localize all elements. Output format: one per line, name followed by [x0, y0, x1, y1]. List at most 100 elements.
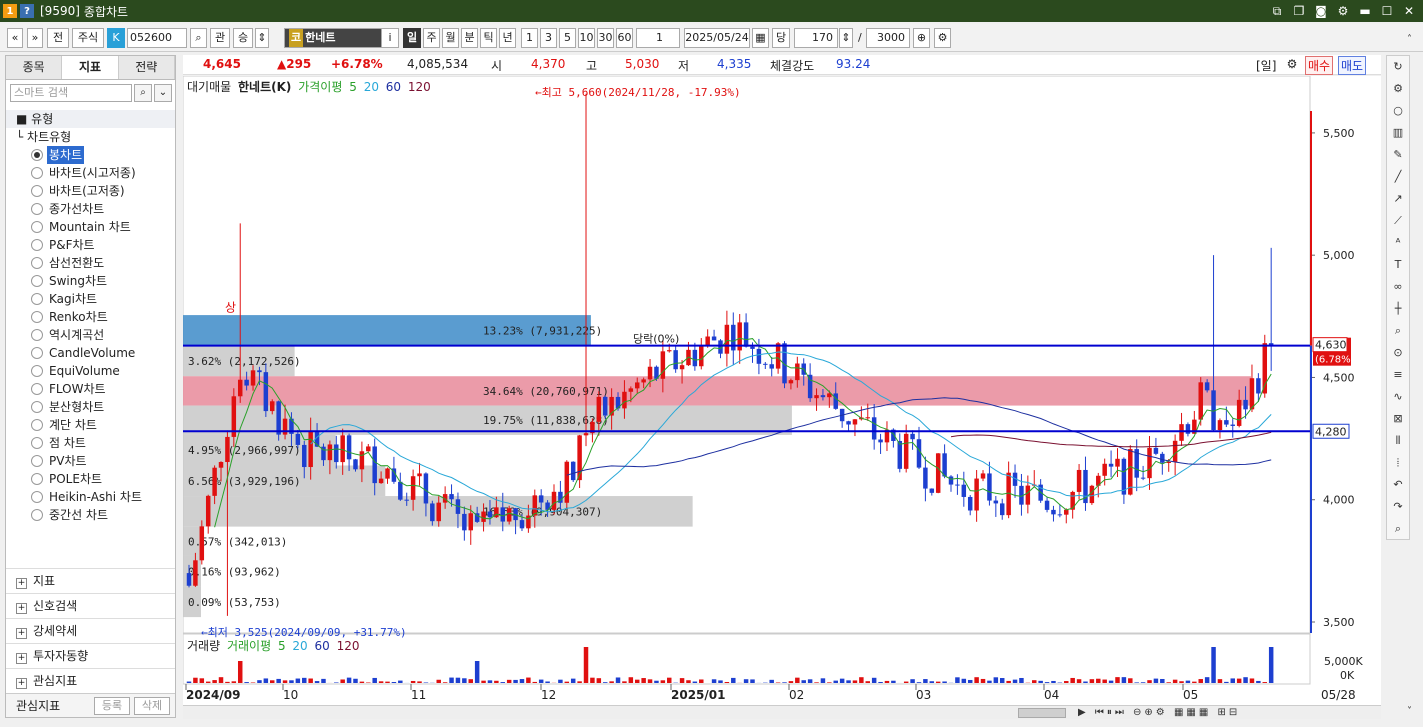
subcategory-chart-type[interactable]: └ 차트유형: [6, 128, 175, 146]
chart-type-item[interactable]: POLE차트: [6, 470, 175, 488]
period-tick[interactable]: 틱: [480, 28, 497, 48]
radio-icon[interactable]: [31, 185, 43, 197]
chart-type-item[interactable]: 중간선 차트: [6, 506, 175, 524]
radio-icon[interactable]: [31, 491, 43, 503]
chart-type-item[interactable]: 분산형차트: [6, 398, 175, 416]
link-icon[interactable]: ⧉: [1269, 3, 1285, 19]
radio-icon[interactable]: [31, 437, 43, 449]
minute-3[interactable]: 3: [540, 28, 557, 48]
period-month[interactable]: 월: [442, 28, 459, 48]
chart-type-item[interactable]: Heikin-Ashi 차트: [6, 488, 175, 506]
radio-icon[interactable]: [31, 329, 43, 341]
minute-5[interactable]: 5: [559, 28, 576, 48]
group-strength[interactable]: + 강세약세: [6, 618, 175, 643]
app-icon[interactable]: 1: [3, 4, 17, 18]
chart-type-item[interactable]: 봉차트: [6, 146, 175, 164]
radio-icon[interactable]: [31, 347, 43, 359]
price-chart[interactable]: 13.23% (7,931,225) 3.62% (2,172,526) 34.64…: [183, 76, 1381, 705]
chart-type-item[interactable]: Mountain 차트: [6, 218, 175, 236]
group-signal[interactable]: + 신호검색: [6, 593, 175, 618]
tab-indicator[interactable]: 지표: [62, 56, 119, 79]
chart-type-item[interactable]: Swing차트: [6, 272, 175, 290]
chart-type-item[interactable]: FLOW차트: [6, 380, 175, 398]
copy-icon[interactable]: ❐: [1291, 3, 1307, 19]
period-minute[interactable]: 분: [461, 28, 478, 48]
radio-icon[interactable]: [31, 221, 43, 233]
group-indicator[interactable]: + 지표: [6, 568, 175, 593]
group-favorite[interactable]: + 관심지표: [6, 668, 175, 693]
chart-type-item[interactable]: 계단 차트: [6, 416, 175, 434]
buy-button[interactable]: 매수: [1305, 56, 1334, 75]
close-icon[interactable]: ✕: [1401, 3, 1417, 19]
chevron-down-icon[interactable]: ⌄: [154, 84, 172, 102]
playback-controls[interactable]: ▶ ⏮⏸⏭ ⊖⊕⚙ ▦▦▦ ⊞⊟: [1078, 706, 1240, 720]
info-button[interactable]: i: [381, 28, 399, 48]
chart-type-item[interactable]: PV차트: [6, 452, 175, 470]
chart-type-item[interactable]: 삼선전환도: [6, 254, 175, 272]
minute-60[interactable]: 60: [616, 28, 633, 48]
camera-icon[interactable]: ◙: [1313, 3, 1329, 19]
chart-type-item[interactable]: Kagi차트: [6, 290, 175, 308]
jeon-button[interactable]: 전: [47, 28, 69, 48]
stepper-icon[interactable]: ⇕: [255, 28, 269, 48]
bars-stepper-icon[interactable]: ⇕: [839, 28, 853, 48]
chart-type-item[interactable]: 바차트(시고저종): [6, 164, 175, 182]
chart-type-item[interactable]: 점 차트: [6, 434, 175, 452]
prev-button[interactable]: «: [7, 28, 23, 48]
seung-button[interactable]: 승: [233, 28, 253, 48]
stock-name[interactable]: 코 한네트: [284, 28, 394, 48]
chart-area[interactable]: 13.23% (7,931,225) 3.62% (2,172,526) 34.64…: [183, 76, 1381, 718]
chart-type-item[interactable]: 역시계곡선: [6, 326, 175, 344]
gwan-button[interactable]: 관: [210, 28, 230, 48]
vertical-scrollbar[interactable]: ˄ ˅: [1404, 28, 1420, 718]
radio-icon[interactable]: [31, 167, 43, 179]
radio-icon[interactable]: [31, 149, 43, 161]
gear-icon[interactable]: ⚙: [1285, 57, 1299, 71]
period-week[interactable]: 주: [423, 28, 440, 48]
minute-10[interactable]: 10: [578, 28, 595, 48]
register-button[interactable]: 등록: [94, 697, 130, 715]
market-select[interactable]: 주식: [72, 28, 104, 48]
settings-icon[interactable]: ⚙: [934, 28, 951, 48]
search-icon[interactable]: ⌕: [190, 28, 207, 48]
radio-icon[interactable]: [31, 419, 43, 431]
delete-button[interactable]: 삭제: [134, 697, 170, 715]
tab-stock[interactable]: 종목: [6, 56, 63, 79]
search-input[interactable]: 스마트 검색: [10, 84, 132, 102]
minute-1[interactable]: 1: [521, 28, 538, 48]
gear-icon[interactable]: ⚙: [1335, 3, 1351, 19]
radio-icon[interactable]: [31, 311, 43, 323]
horizontal-scrollbar[interactable]: ▶ ⏮⏸⏭ ⊖⊕⚙ ▦▦▦ ⊞⊟: [183, 705, 1381, 719]
radio-icon[interactable]: [31, 455, 43, 467]
zoom-in-icon[interactable]: ⊕: [913, 28, 930, 48]
radio-icon[interactable]: [31, 203, 43, 215]
period-day[interactable]: 일: [403, 28, 421, 48]
chart-type-item[interactable]: EquiVolume: [6, 362, 175, 380]
help-icon[interactable]: ?: [20, 4, 34, 18]
radio-icon[interactable]: [31, 401, 43, 413]
code-input[interactable]: 052600: [127, 28, 187, 48]
period-year[interactable]: 년: [499, 28, 516, 48]
minimize-icon[interactable]: ▬: [1357, 3, 1373, 19]
chart-type-item[interactable]: Renko차트: [6, 308, 175, 326]
category-type[interactable]: ■ 유형: [6, 110, 175, 128]
search-icon[interactable]: ⌕: [134, 84, 152, 102]
bars-input[interactable]: 170: [794, 28, 838, 48]
count-input[interactable]: 1: [636, 28, 680, 48]
radio-icon[interactable]: [31, 473, 43, 485]
sell-button[interactable]: 매도: [1338, 56, 1367, 75]
radio-icon[interactable]: [31, 509, 43, 521]
chart-type-item[interactable]: P&F차트: [6, 236, 175, 254]
calendar-icon[interactable]: ▦: [752, 28, 769, 48]
tab-strategy[interactable]: 전략: [119, 56, 175, 79]
radio-icon[interactable]: [31, 239, 43, 251]
radio-icon[interactable]: [31, 293, 43, 305]
chart-type-item[interactable]: 종가선차트: [6, 200, 175, 218]
group-investor[interactable]: + 투자자동향: [6, 643, 175, 668]
date-input[interactable]: 2025/05/24: [684, 28, 750, 48]
scroll-thumb[interactable]: [1018, 708, 1066, 718]
k-button[interactable]: K: [107, 28, 125, 48]
dang-button[interactable]: 당: [772, 28, 790, 48]
radio-icon[interactable]: [31, 365, 43, 377]
chart-type-item[interactable]: 바차트(고저종): [6, 182, 175, 200]
